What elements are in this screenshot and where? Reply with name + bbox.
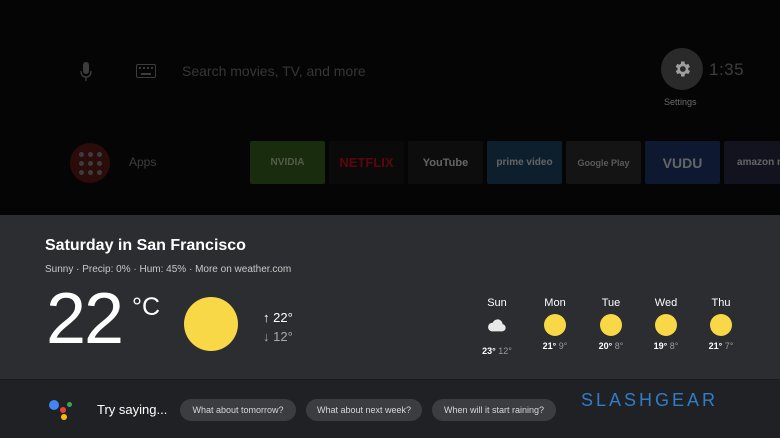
sun-icon [710, 314, 732, 336]
low-temperature: ↓ 12° [263, 329, 293, 344]
forecast-high: 19° [653, 341, 668, 351]
high-temperature: ↑ 22° [263, 310, 293, 325]
forecast-low: 7° [724, 341, 734, 351]
temperature-unit: °C [132, 293, 161, 321]
weather-precip: Precip: 0% [82, 264, 131, 275]
settings-label: Settings [664, 97, 697, 107]
forecast-day-label: Sun [487, 297, 507, 309]
app-tile-youtube[interactable]: YouTube [408, 141, 483, 184]
suggestion-chip-raining[interactable]: When will it start raining? [432, 399, 556, 421]
apps-label: Apps [129, 155, 157, 169]
search-hint[interactable]: Search movies, TV, and more [182, 63, 366, 79]
assistant-bar: Try saying... What about tomorrow? What … [0, 379, 780, 438]
weather-title: Saturday in San Francisco [45, 237, 246, 254]
app-tile-nvidia[interactable]: NVIDIA [250, 141, 325, 184]
app-tile-netflix[interactable]: NETFLIX [329, 141, 404, 184]
forecast-high: 23° [482, 346, 496, 356]
forecast-temps: 21° 7° [691, 341, 751, 351]
forecast-high: 21° [542, 341, 557, 351]
forecast-high: 20° [598, 341, 613, 351]
weather-condition: Sunny [45, 264, 74, 275]
sun-icon [600, 314, 622, 336]
forecast-day-label: Tue [601, 297, 621, 309]
forecast-low: 8° [614, 341, 624, 351]
app-tile-vudu[interactable]: VUDU [645, 141, 720, 184]
sun-icon [544, 314, 566, 336]
forecast-day-label: Thu [711, 297, 731, 309]
forecast-low: 12° [498, 346, 512, 356]
forecast-high: 21° [708, 341, 723, 351]
app-tile-prime-video[interactable]: prime video [487, 141, 562, 184]
forecast-temps: 23° 12° [467, 346, 527, 356]
keyboard-icon[interactable] [136, 64, 156, 78]
google-assistant-icon [48, 399, 74, 421]
forecast-day-thu: Thu 21° 7° [691, 297, 751, 351]
forecast-day-label: Mon [544, 297, 566, 309]
settings-button[interactable] [661, 48, 703, 90]
app-tile-amazon-m[interactable]: amazon m [724, 141, 780, 184]
gear-icon [675, 61, 690, 77]
forecast-temps: 19° 8° [636, 341, 696, 351]
forecast-low: 9° [558, 341, 568, 351]
mic-icon[interactable] [80, 62, 92, 82]
weather-humidity: Hum: 45% [139, 264, 187, 275]
weather-card: Saturday in San Francisco Sunny · Precip… [0, 215, 780, 379]
suggestion-chip-next-week[interactable]: What about next week? [306, 399, 422, 421]
sun-icon [655, 314, 677, 336]
sun-icon [184, 297, 238, 351]
home-screen-background: Search movies, TV, and more Settings 1:3… [0, 0, 780, 215]
forecast-day-mon: Mon 21° 9° [525, 297, 585, 351]
forecast-day-wed: Wed 19° 8° [636, 297, 696, 351]
forecast-temps: 20° 8° [581, 341, 641, 351]
forecast-day-label: Wed [654, 297, 678, 309]
try-saying-label: Try saying... [97, 402, 168, 417]
forecast-temps: 21° 9° [525, 341, 585, 351]
apps-row: Apps NVIDIA NETFLIX YouTube prime video Goog… [0, 141, 780, 185]
apps-grid-icon[interactable] [70, 143, 110, 183]
forecast-low: 8° [669, 341, 679, 351]
cloud-icon [488, 319, 506, 332]
weather-details: Sunny · Precip: 0% · Hum: 45% · More on … [45, 264, 291, 275]
clock: 1:35 [709, 60, 745, 79]
slashgear-watermark: SLASHGEAR [581, 390, 719, 410]
weather-more-link[interactable]: More on weather.com [195, 264, 291, 275]
forecast-day-sun: Sun 23° 12° [467, 297, 527, 356]
app-tile-google-play[interactable]: Google Play [566, 141, 641, 184]
suggestion-chip-tomorrow[interactable]: What about tomorrow? [180, 399, 296, 421]
current-temperature: 22 [46, 279, 124, 359]
forecast-day-tue: Tue 20° 8° [581, 297, 641, 351]
